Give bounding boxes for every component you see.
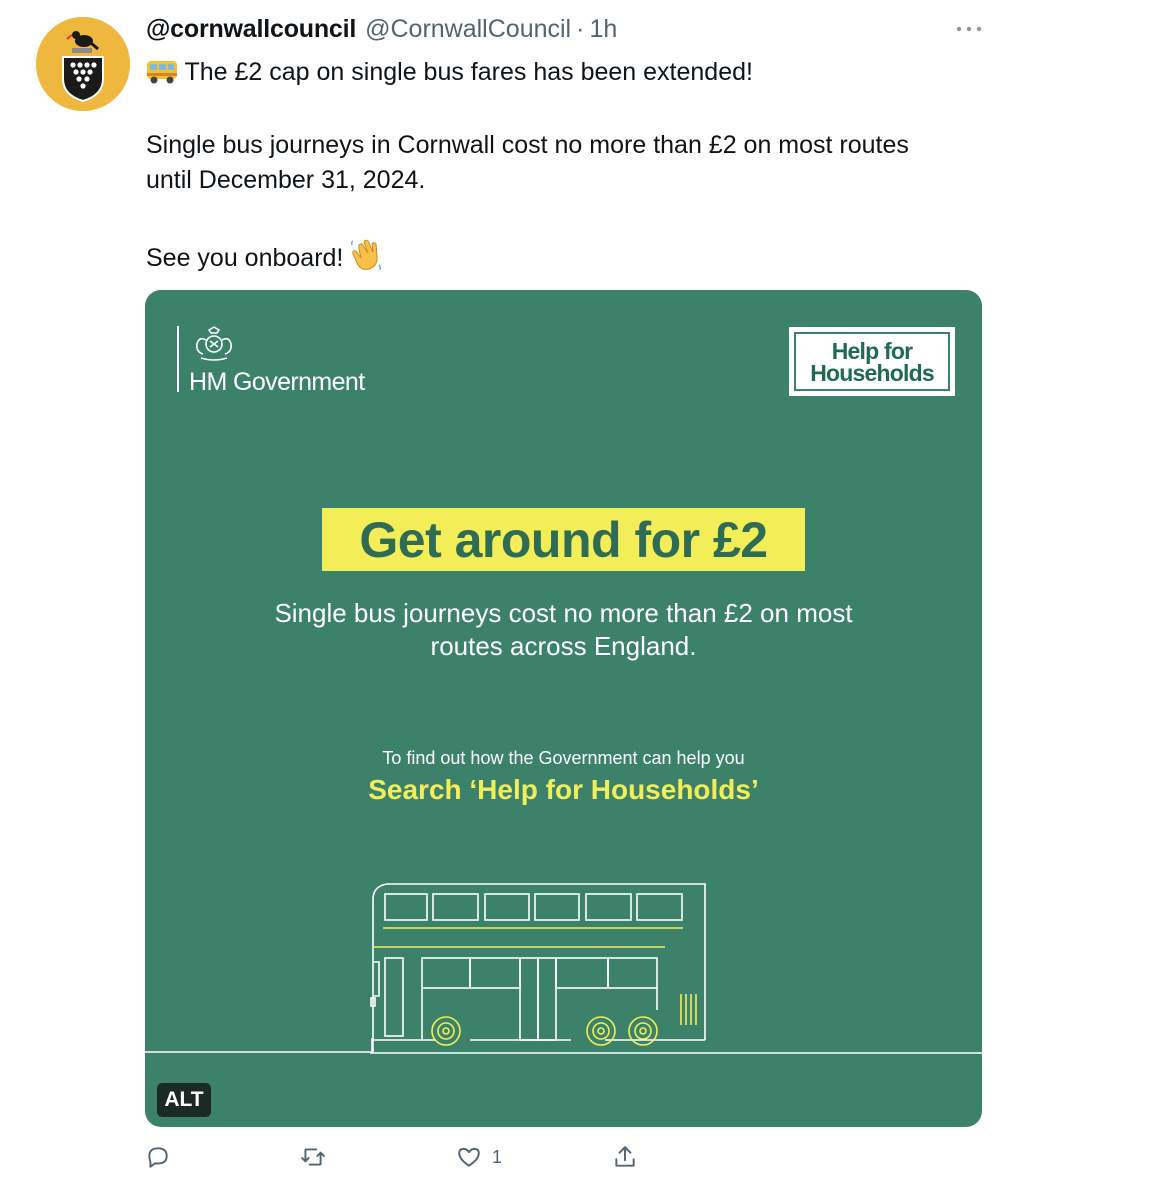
hfh-line1: Help for [831, 337, 913, 364]
royal-crest-icon [196, 326, 232, 361]
tweet-text-line1: The £2 cap on single bus fares has been … [146, 55, 753, 95]
subheadline-line1: Single bus journeys cost no more than £2… [274, 598, 853, 628]
help-for-households-logo: Help for Households [789, 327, 955, 396]
waving-hand-emoji [350, 239, 384, 281]
bus-emoji [146, 59, 178, 95]
separator-dot: · [576, 14, 585, 43]
retweet-button[interactable] [300, 1141, 326, 1173]
headline: Get around for £2 [359, 511, 768, 568]
like-count: 1 [492, 1146, 503, 1167]
avatar[interactable] [36, 17, 130, 111]
retweet-icon [301, 1148, 325, 1166]
hfh-line2: Households [810, 359, 934, 386]
logo-divider [177, 326, 179, 392]
share-button[interactable] [612, 1141, 638, 1173]
cornwall-council-crest-icon [36, 17, 130, 111]
tweet-text-line2: Single bus journeys in Cornwall cost no … [146, 131, 909, 159]
user-handle[interactable]: @CornwallCouncil [365, 15, 571, 44]
reply-button[interactable] [145, 1141, 171, 1173]
action-bar: 1 [145, 1141, 665, 1173]
headline-banner: Get around for £2 [322, 508, 805, 571]
share-icon [615, 1146, 635, 1167]
timestamp[interactable]: 1h [589, 15, 617, 44]
tweet-text-line4: See you onboard! [146, 239, 384, 281]
tweet-text: See you onboard! [146, 244, 344, 272]
double-decker-bus-illustration [145, 883, 982, 1054]
tweet-image[interactable]: HM Government Help for Households Get ar… [145, 290, 982, 1127]
hm-government-logo: HM Government [177, 326, 397, 396]
tweet-text-line3: until December 31, 2024. [146, 166, 426, 194]
search-call-to-action: Search ‘Help for Households’ [368, 774, 759, 805]
tweet-text: The £2 cap on single bus fares has been … [184, 58, 753, 86]
more-icon[interactable] [954, 20, 984, 38]
hm-government-label: HM Government [189, 368, 365, 396]
reply-icon [148, 1147, 168, 1168]
display-name[interactable]: @cornwallcouncil [146, 15, 356, 44]
find-out-text: To find out how the Government can help … [382, 748, 745, 768]
like-button[interactable]: 1 [456, 1141, 502, 1173]
alt-text-badge[interactable]: ALT [157, 1083, 211, 1117]
tweet-header: @cornwallcouncil @CornwallCouncil · 1h [146, 14, 617, 44]
subheadline-line2: routes across England. [430, 631, 697, 661]
heart-icon [458, 1147, 480, 1167]
